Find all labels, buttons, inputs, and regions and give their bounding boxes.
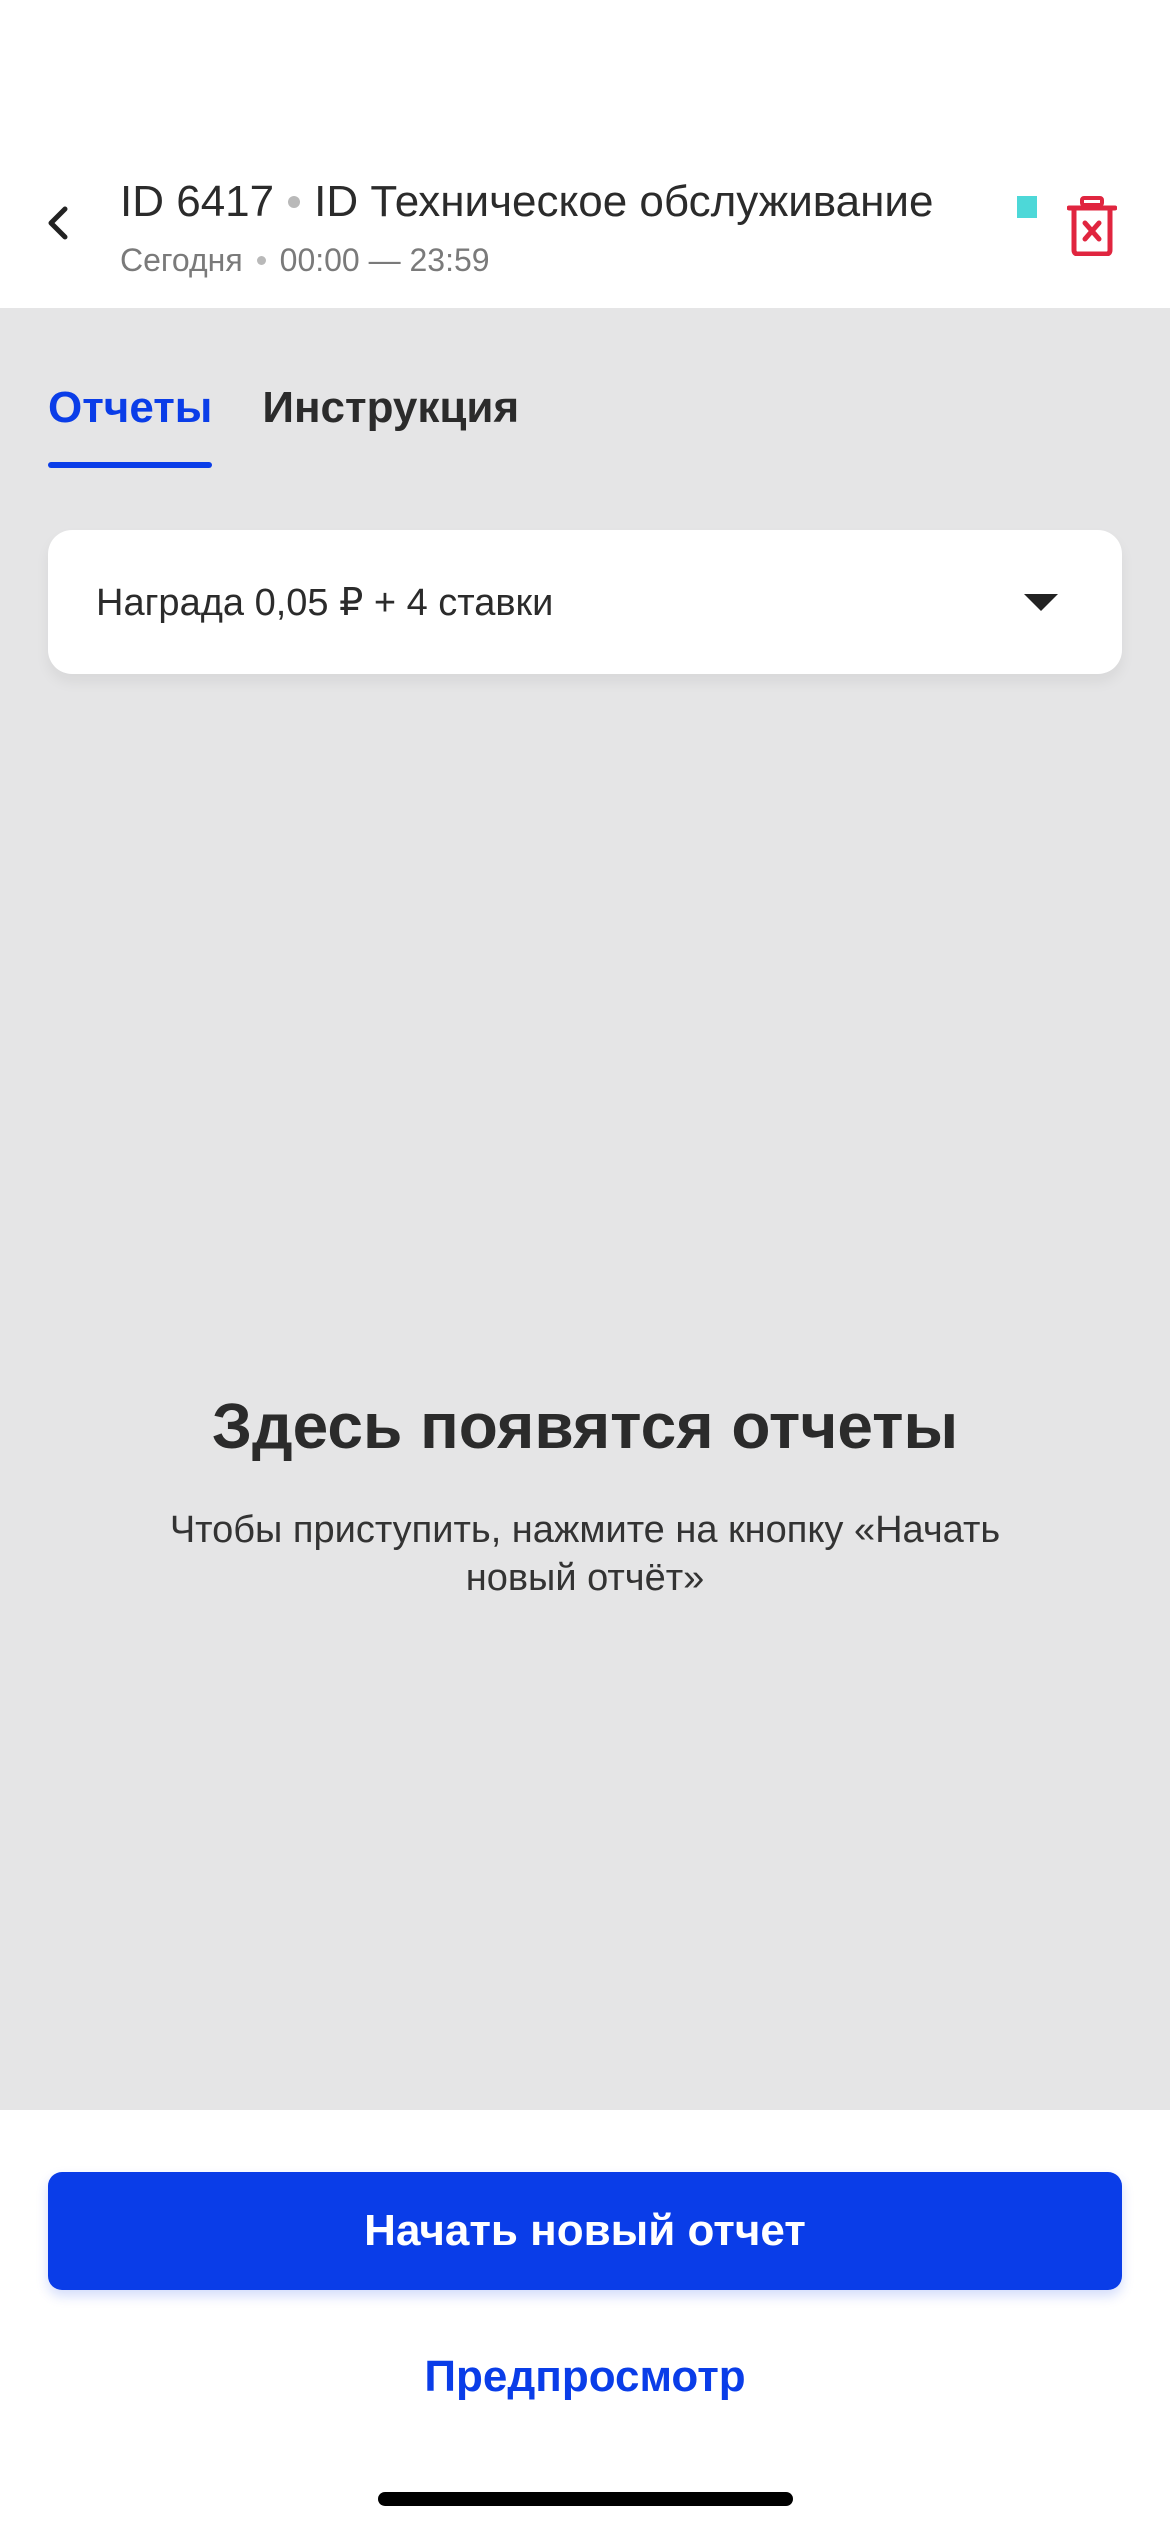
home-indicator — [378, 2492, 793, 2506]
task-time-range: 00:00 — 23:59 — [279, 242, 490, 278]
header-text: ID 6417 ID Техническое обслуживание Сего… — [120, 172, 1020, 282]
task-date: Сегодня — [120, 242, 243, 278]
empty-state: Здесь появятся отчеты Чтобы приступить, … — [0, 1386, 1170, 1602]
task-schedule-row: Сегодня 00:00 — 23:59 — [120, 238, 1020, 282]
separator-dot — [256, 255, 266, 265]
reward-dropdown[interactable]: Награда 0,05 ₽ + 4 ставки — [48, 530, 1122, 674]
empty-state-description: Чтобы приступить, нажмите на кнопку «Нач… — [169, 1509, 1001, 1599]
start-new-report-button[interactable]: Начать новый отчет — [48, 2172, 1122, 2290]
separator-dot — [288, 196, 301, 208]
tab-bar: Отчеты Инструкция — [48, 378, 519, 468]
task-title: ID Техническое обслуживание — [314, 177, 934, 226]
chevron-left-icon — [48, 206, 68, 240]
task-id: ID 6417 — [120, 177, 275, 226]
tab-instruction[interactable]: Инструкция — [262, 378, 519, 468]
tab-reports[interactable]: Отчеты — [48, 378, 213, 468]
header: ID 6417 ID Техническое обслуживание Сего… — [0, 0, 1170, 308]
task-title-row: ID 6417 ID Техническое обслуживание — [120, 172, 1020, 232]
status-indicator — [1017, 196, 1037, 218]
back-button[interactable] — [28, 188, 88, 258]
caret-down-icon — [1024, 593, 1058, 611]
delete-button[interactable] — [1060, 190, 1124, 262]
preview-button[interactable]: Предпросмотр — [0, 2340, 1170, 2414]
screen: ID 6417 ID Техническое обслуживание Сего… — [0, 0, 1170, 2532]
empty-state-title: Здесь появятся отчеты — [211, 1390, 959, 1462]
reward-dropdown-value: Награда 0,05 ₽ + 4 ставки — [96, 581, 554, 624]
reports-content: Отчеты Инструкция Награда 0,05 ₽ + 4 ста… — [0, 308, 1170, 2110]
trash-icon — [1067, 196, 1117, 256]
